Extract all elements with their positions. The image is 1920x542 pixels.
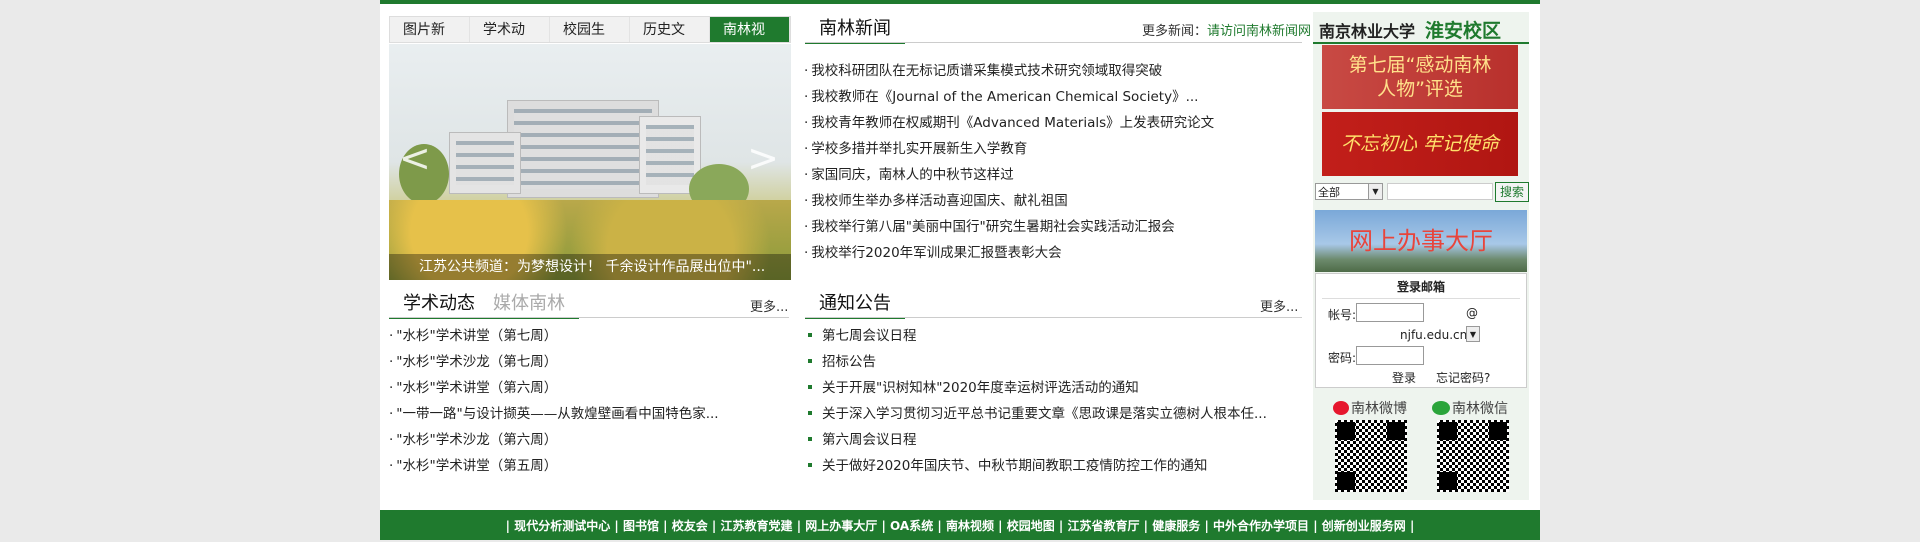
wechat-qr-code [1437,420,1509,492]
photo-tabs: 图片新闻 学术动态 校园生活 历史文化 南林视频 [389,16,791,64]
notices-list: 第七周会议日程 招标公告 关于开展"识树知林"2020年度幸运树评选活动的通知 … [804,323,1304,479]
footer-link[interactable]: 图书馆 [623,519,659,533]
forgot-password-link[interactable]: 忘记密码? [1436,369,1490,386]
list-item[interactable]: 关于深入学习贯彻习近平总书记重要文章《思政课是落实立德树人根本任... [804,401,1304,427]
login-button[interactable]: 登录 [1392,369,1416,386]
news-list: 我校科研团队在无标记质谱采集模式技术研究领域取得突破 我校教师在《Journal… [804,58,1304,266]
academic-list: "水杉"学术讲堂（第七周） "水杉"学术沙龙（第七周） "水杉"学术讲堂（第六周… [389,323,789,479]
search-bar: 全部 ▼ 搜索 [1315,182,1529,202]
page: 图片新闻 学术动态 校园生活 历史文化 南林视频 < > 江苏公共频道：为梦想设… [380,0,1540,540]
footer-link[interactable]: 南林视频 [946,519,994,533]
notices-title: 通知公告 [805,289,905,319]
footer-link[interactable]: 校园地图 [1007,519,1055,533]
tab-campus-life[interactable]: 校园生活 [550,17,630,64]
slide-caption[interactable]: 江苏公共频道：为梦想设计！ 千余设计作品展出位中"... [389,254,791,280]
slideshow-image[interactable]: < > 江苏公共频道：为梦想设计！ 千余设计作品展出位中"... [389,44,791,280]
list-item[interactable]: 第六周会议日程 [804,427,1304,453]
footer-link[interactable]: 中外合作办学项目 [1213,519,1309,533]
news-site-link[interactable]: 请访问南林新闻网 [1207,24,1311,39]
tab-history[interactable]: 历史文化 [630,17,710,64]
divider [805,317,1302,318]
chevron-down-icon: ▼ [1368,184,1382,199]
building-shape [449,132,521,194]
footer-links: | 现代分析测试中心 | 图书馆 | 校友会 | 江苏教育党建 | 网上办事大厅… [380,510,1540,540]
list-item[interactable]: 招标公告 [804,349,1304,375]
search-scope-select[interactable]: 全部 ▼ [1315,183,1383,200]
list-item[interactable]: "水杉"学术讲堂（第六周） [389,375,789,401]
touching-nanlin-banner[interactable]: 第七届“感动南林 人物”评选 [1322,45,1518,109]
list-item[interactable]: "水杉"学术沙龙（第六周） [389,427,789,453]
list-item[interactable]: "水杉"学术讲堂（第五周） [389,453,789,479]
list-item[interactable]: 关于做好2020年国庆节、中秋节期间教职工疫情防控工作的通知 [804,453,1304,479]
list-item[interactable]: 第七周会议日程 [804,323,1304,349]
academic-more-link[interactable]: 更多... [750,296,788,315]
footer-link[interactable]: 网上办事大厅 [805,519,877,533]
news-more-label: 更多新闻：请访问南林新闻网 [1142,24,1312,39]
list-item[interactable]: "一带一路"与设计撷英——从敦煌壁画看中国特色家... [389,401,789,427]
footer-link[interactable]: OA系统 [890,519,933,533]
list-item[interactable]: "水杉"学术讲堂（第七周） [389,323,789,349]
notices-more-link[interactable]: 更多... [1260,296,1298,315]
next-arrow-icon[interactable]: > [747,136,779,180]
account-label: 帐号: [1328,308,1357,322]
divider [389,317,789,318]
search-input[interactable] [1387,183,1493,200]
media-tab[interactable]: 媒体南林 [493,293,565,314]
original-mission-banner[interactable]: 不忘初心 牢记使命 [1322,112,1518,176]
divider [805,42,1302,43]
weibo-icon [1333,401,1349,415]
list-item[interactable]: 学校多措并举扎实开展新生入学教育 [804,136,1304,162]
email-login-box: 登录邮箱 帐号: @ njfu.edu.cn ▼ 密码: 登录 忘记密码? [1315,273,1527,388]
mail-domain-select[interactable]: njfu.edu.cn [1400,328,1467,342]
list-item[interactable]: 关于开展"识树知林"2020年度幸运树评选活动的通知 [804,375,1304,401]
password-label: 密码: [1328,351,1357,365]
footer-link[interactable]: 现代分析测试中心 [514,519,610,533]
list-item[interactable]: 我校青年教师在权威期刊《Advanced Materials》上发表研究论文 [804,110,1304,136]
account-field[interactable] [1356,303,1424,322]
password-field[interactable] [1356,346,1424,365]
wechat-icon [1432,401,1450,415]
weibo-label[interactable]: 南林微博 [1333,398,1407,418]
chevron-down-icon[interactable]: ▼ [1466,326,1480,342]
tab-academic[interactable]: 学术动态 [470,17,550,64]
footer-link[interactable]: 江苏教育党建 [721,519,793,533]
list-item[interactable]: "水杉"学术沙龙（第七周） [389,349,789,375]
academic-tab[interactable]: 学术动态 [403,293,475,314]
top-accent-line [380,0,1540,4]
weibo-qr-code [1335,420,1407,492]
footer-link[interactable]: 健康服务 [1152,519,1200,533]
online-service-hall-banner[interactable]: 网上办事大厅 [1315,210,1527,272]
school-name: 南京林业大学 淮安校区 [1313,16,1529,44]
academic-title: 学术动态 媒体南林 [389,289,579,319]
building-shape [507,100,659,198]
list-item[interactable]: 我校科研团队在无标记质谱采集模式技术研究领域取得突破 [804,58,1304,84]
list-item[interactable]: 我校教师在《Journal of the American Chemical S… [804,84,1304,110]
list-item[interactable]: 家国同庆，南林人的中秋节这样过 [804,162,1304,188]
news-title: 南林新闻 [805,14,905,44]
tab-video[interactable]: 南林视频 [710,17,790,64]
footer-link[interactable]: 校友会 [672,519,708,533]
mail-title: 登录邮箱 [1396,280,1445,294]
search-button[interactable]: 搜索 [1495,182,1529,202]
footer-link[interactable]: 江苏省教育厅 [1067,519,1139,533]
list-item[interactable]: 我校举行2020年军训成果汇报暨表彰大会 [804,240,1304,266]
list-item[interactable]: 我校师生举办多样活动喜迎国庆、献礼祖国 [804,188,1304,214]
at-sign: @ [1466,306,1478,320]
footer-link[interactable]: 创新创业服务网 [1322,519,1406,533]
divider [1322,298,1520,299]
prev-arrow-icon[interactable]: < [399,136,431,180]
tab-photo-news[interactable]: 图片新闻 [390,17,470,64]
wechat-label[interactable]: 南林微信 [1432,398,1508,418]
list-item[interactable]: 我校举行第八届"美丽中国行"研究生暑期社会实践活动汇报会 [804,214,1304,240]
